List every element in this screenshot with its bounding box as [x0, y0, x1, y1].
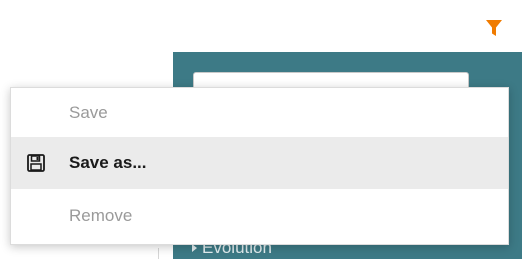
menu-item-remove[interactable]: Remove [11, 189, 508, 242]
menu-item-save[interactable]: Save [11, 88, 508, 137]
context-menu: Save Save as... Remove [10, 87, 509, 245]
filter-button[interactable] [482, 16, 506, 40]
menu-item-label: Save [69, 102, 108, 122]
menu-item-save-as[interactable]: Save as... [11, 137, 508, 189]
menu-item-label: Remove [69, 205, 133, 225]
filter-icon [486, 20, 502, 36]
left-divider [158, 248, 159, 259]
menu-item-label: Save as... [69, 153, 147, 172]
floppy-disk-icon [26, 153, 46, 173]
